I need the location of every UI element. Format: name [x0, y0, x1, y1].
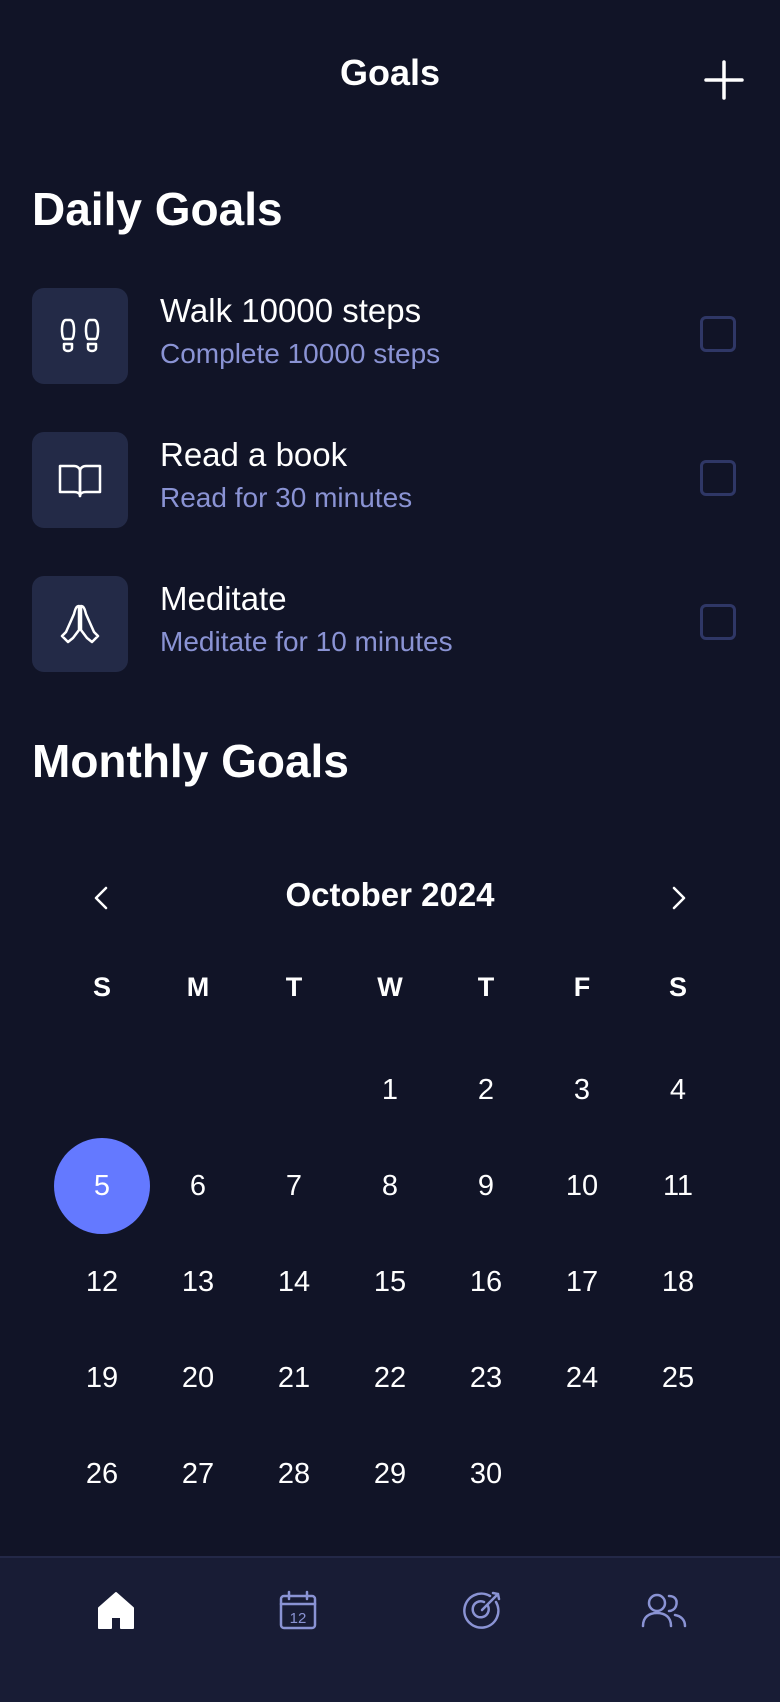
- add-goal-button[interactable]: [700, 56, 748, 104]
- calendar-day[interactable]: 4: [630, 1042, 726, 1138]
- calendar-day[interactable]: 20: [150, 1330, 246, 1426]
- book-icon: [58, 464, 102, 498]
- goal-subtitle: Meditate for 10 minutes: [160, 626, 453, 657]
- target-icon: [463, 1591, 501, 1629]
- goal-item[interactable]: Meditate Meditate for 10 minutes: [0, 576, 780, 676]
- bottom-tab-bar: 12: [0, 1556, 780, 1702]
- goal-item[interactable]: Walk 10000 steps Complete 10000 steps: [0, 288, 780, 388]
- praying-hands-icon: [60, 604, 100, 644]
- calendar-day[interactable]: 19: [54, 1330, 150, 1426]
- chevron-right-icon: [672, 886, 686, 910]
- home-icon: [98, 1592, 134, 1629]
- calendar-day[interactable]: 21: [246, 1330, 342, 1426]
- plus-icon: [704, 60, 744, 100]
- tab-goals[interactable]: [450, 1582, 514, 1638]
- goal-icon-box: [32, 432, 128, 528]
- calendar-day[interactable]: 10: [534, 1138, 630, 1234]
- calendar-day[interactable]: 22: [342, 1330, 438, 1426]
- calendar-day[interactable]: 7: [246, 1138, 342, 1234]
- weekday-label: M: [186, 972, 210, 1002]
- calendar-day[interactable]: 18: [630, 1234, 726, 1330]
- calendar-day[interactable]: 3: [534, 1042, 630, 1138]
- weekday-label: S: [92, 972, 111, 1002]
- goal-icon-box: [32, 288, 128, 384]
- goal-icon-box: [32, 576, 128, 672]
- weekday-label: S: [668, 972, 687, 1002]
- tab-calendar[interactable]: 12: [266, 1582, 330, 1638]
- next-month-button[interactable]: [654, 874, 702, 922]
- footprints-icon: [60, 318, 100, 353]
- tab-home[interactable]: [84, 1582, 148, 1638]
- calendar-day[interactable]: 1: [342, 1042, 438, 1138]
- goal-checkbox[interactable]: [700, 460, 736, 496]
- goal-checkbox[interactable]: [700, 604, 736, 640]
- calendar-day[interactable]: 9: [438, 1138, 534, 1234]
- top-bar: Goals: [0, 0, 780, 160]
- calendar-day[interactable]: 26: [54, 1426, 150, 1522]
- calendar-day[interactable]: 16: [438, 1234, 534, 1330]
- page-title: Goals: [339, 52, 441, 93]
- weekday-label: F: [573, 972, 591, 1002]
- calendar-day[interactable]: 23: [438, 1330, 534, 1426]
- calendar-day[interactable]: 17: [534, 1234, 630, 1330]
- calendar-day[interactable]: 11: [630, 1138, 726, 1234]
- goal-title: Walk 10000 steps: [160, 292, 422, 329]
- calendar-day[interactable]: 13: [150, 1234, 246, 1330]
- goal-item[interactable]: Read a book Read for 30 minutes: [0, 432, 780, 532]
- calendar-day[interactable]: 25: [630, 1330, 726, 1426]
- calendar-icon: 12: [279, 1590, 317, 1630]
- calendar-day[interactable]: 14: [246, 1234, 342, 1330]
- calendar-day[interactable]: 15: [342, 1234, 438, 1330]
- calendar-day[interactable]: 24: [534, 1330, 630, 1426]
- calendar-day[interactable]: 8: [342, 1138, 438, 1234]
- calendar-day[interactable]: 30: [438, 1426, 534, 1522]
- calendar-day[interactable]: 6: [150, 1138, 246, 1234]
- monthly-goals-title: Monthly Goals: [32, 735, 349, 787]
- calendar-day-selected[interactable]: 5: [54, 1138, 150, 1234]
- calendar-day[interactable]: 2: [438, 1042, 534, 1138]
- tab-community[interactable]: [632, 1582, 696, 1638]
- weekday-label: W: [377, 972, 403, 1002]
- goal-subtitle: Complete 10000 steps: [160, 338, 441, 369]
- daily-goals-title: Daily Goals: [32, 183, 283, 235]
- weekday-label: T: [477, 972, 495, 1002]
- calendar-day[interactable]: 29: [342, 1426, 438, 1522]
- calendar-day[interactable]: 28: [246, 1426, 342, 1522]
- calendar-day[interactable]: 12: [54, 1234, 150, 1330]
- goal-checkbox[interactable]: [700, 316, 736, 352]
- goal-title: Read a book: [160, 436, 348, 473]
- calendar-icon-number: 12: [290, 1610, 307, 1627]
- goal-title: Meditate: [160, 580, 287, 617]
- calendar-day[interactable]: 27: [150, 1426, 246, 1522]
- goal-subtitle: Read for 30 minutes: [160, 482, 413, 513]
- users-icon: [641, 1593, 687, 1628]
- weekday-label: T: [285, 972, 303, 1002]
